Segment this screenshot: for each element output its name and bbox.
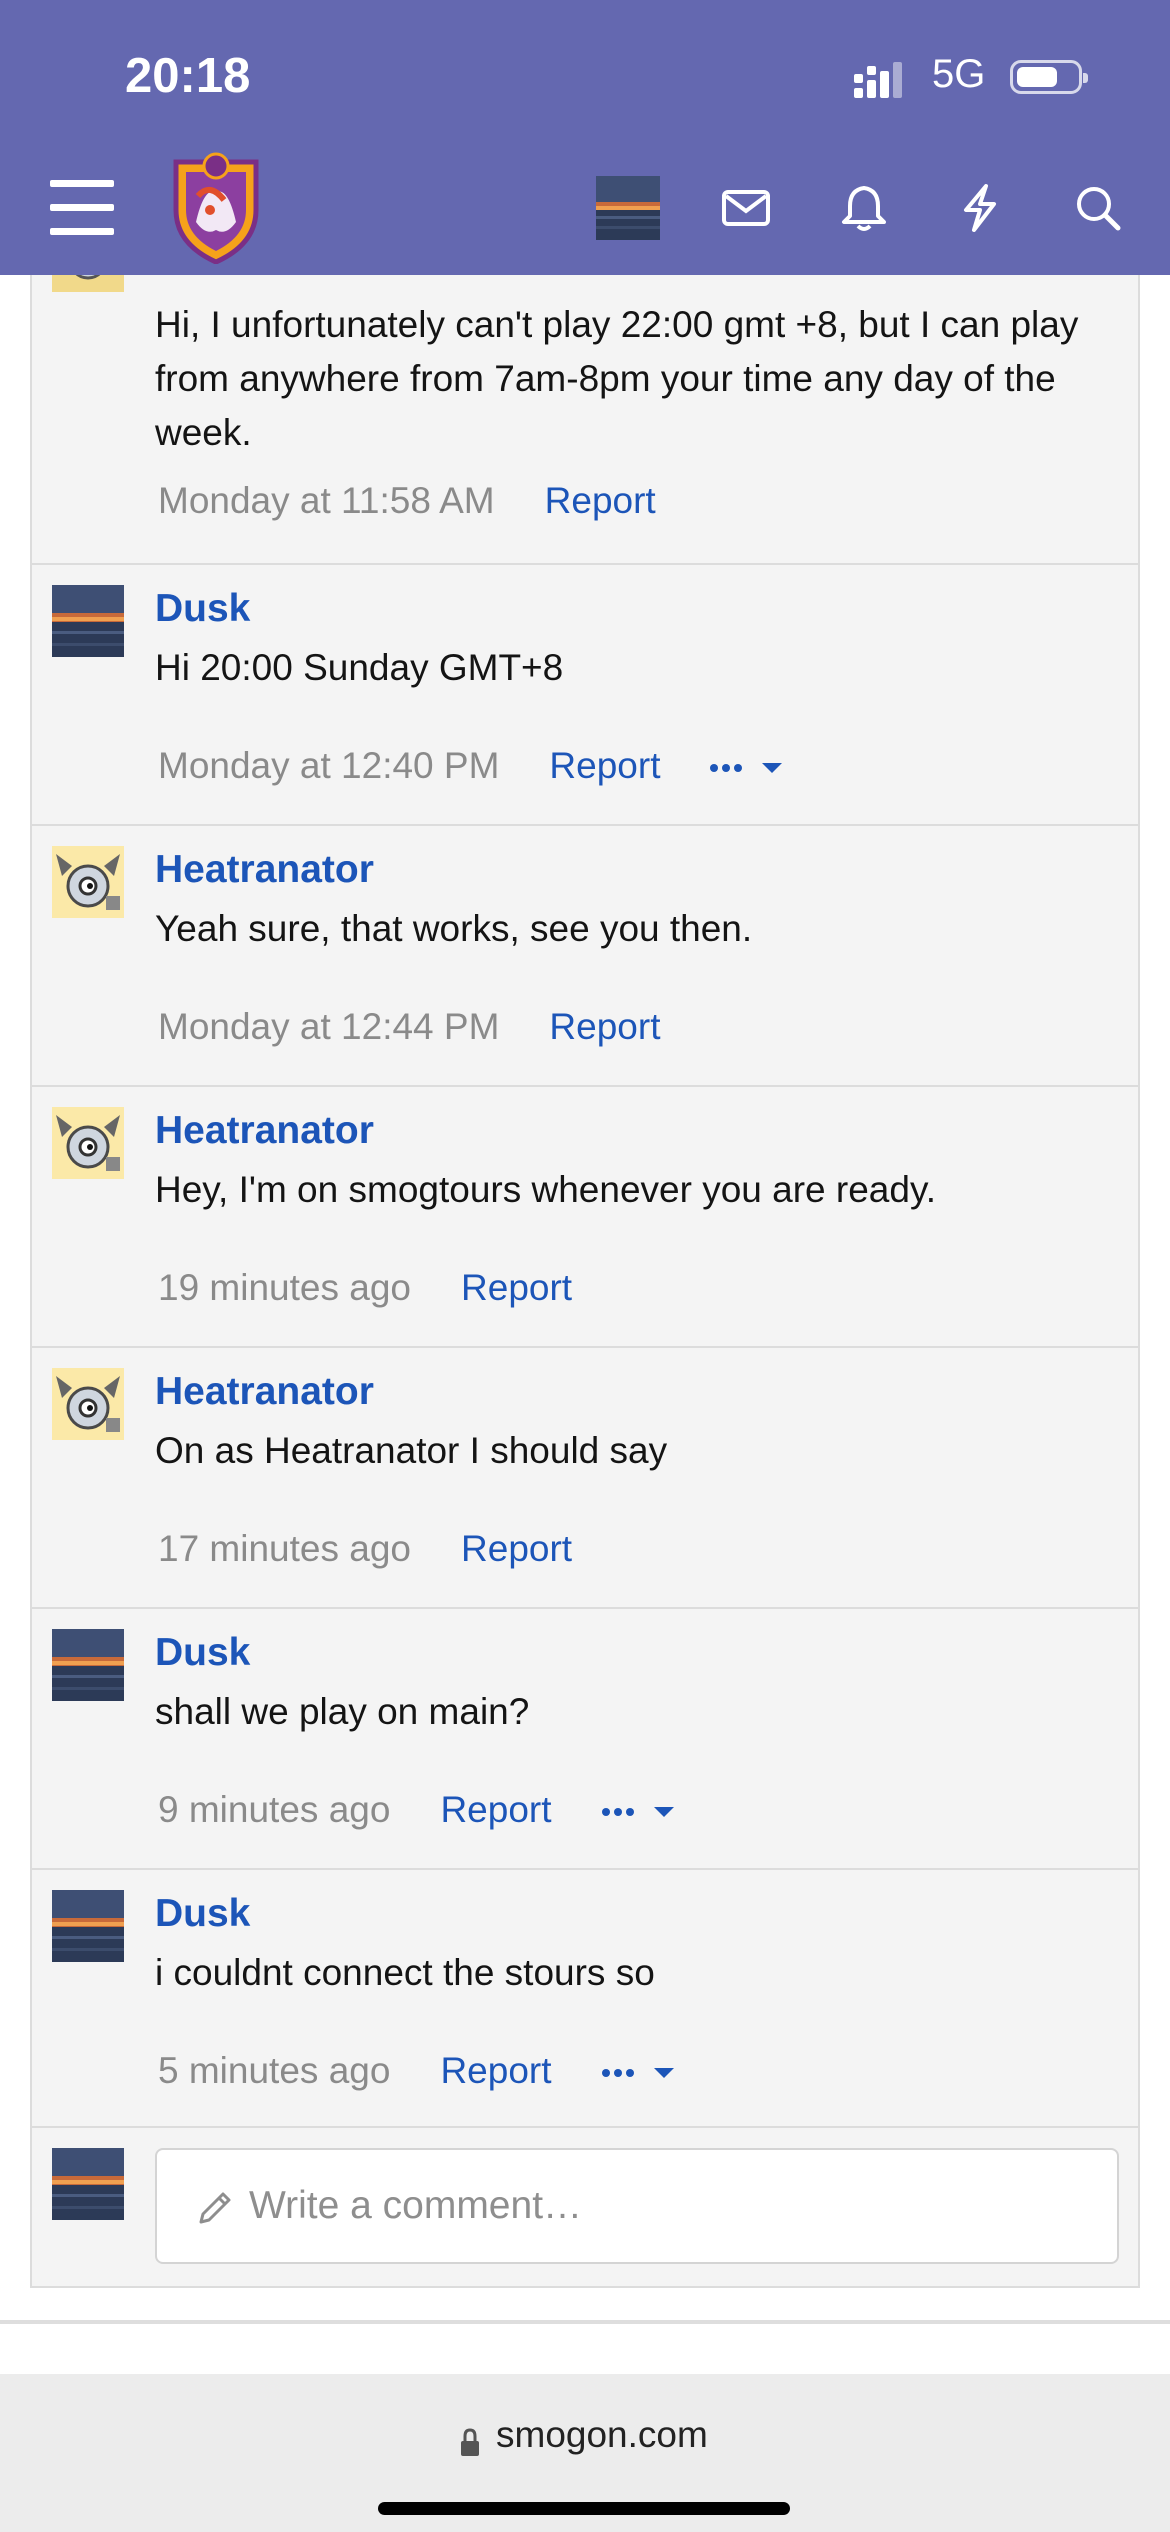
report-link[interactable]: Report bbox=[461, 1528, 572, 1569]
search-icon[interactable] bbox=[1072, 182, 1124, 234]
comment-text: Hi 20:00 Sunday GMT+8 bbox=[155, 647, 564, 688]
comment-author[interactable]: Heatranator bbox=[155, 1370, 374, 1414]
more-options-icon[interactable] bbox=[601, 1802, 678, 1822]
comment-item: Heatranator Yeah sure, that works, see y… bbox=[32, 826, 1138, 1087]
comment-time[interactable]: 17 minutes ago bbox=[158, 1528, 411, 1569]
heatranator-avatar[interactable] bbox=[52, 1107, 124, 1179]
comment-meta: Monday at 11:58 AM Report bbox=[158, 480, 656, 522]
comment-list: Hi, I unfortunately can't play 22:00 gmt… bbox=[30, 220, 1140, 2288]
comment-text: shall we play on main? bbox=[155, 1691, 530, 1732]
comment-time[interactable]: Monday at 11:58 AM bbox=[158, 480, 495, 521]
comment-time[interactable]: Monday at 12:44 PM bbox=[158, 1006, 499, 1047]
heatranator-avatar[interactable] bbox=[52, 1368, 124, 1440]
comment-item: Heatranator On as Heatranator I should s… bbox=[32, 1348, 1138, 1609]
user-avatar[interactable] bbox=[596, 176, 660, 240]
lock-icon bbox=[461, 2428, 479, 2456]
bolt-icon[interactable] bbox=[954, 182, 1006, 234]
top-header: 20:18 5G bbox=[0, 0, 1170, 275]
pencil-icon bbox=[199, 2192, 231, 2224]
comment-text: On as Heatranator I should say bbox=[155, 1430, 668, 1471]
report-link[interactable]: Report bbox=[440, 1789, 551, 1830]
dusk-avatar bbox=[52, 2148, 124, 2220]
inbox-icon[interactable] bbox=[720, 182, 772, 234]
comment-author[interactable]: Heatranator bbox=[155, 848, 374, 892]
report-link[interactable]: Report bbox=[440, 2050, 551, 2091]
comment-meta: Monday at 12:44 PM Report bbox=[158, 1006, 660, 1048]
heatranator-avatar[interactable] bbox=[52, 846, 124, 918]
report-link[interactable]: Report bbox=[549, 1006, 660, 1047]
comment-meta: 19 minutes ago Report bbox=[158, 1267, 572, 1309]
battery-icon bbox=[1010, 60, 1088, 94]
dusk-avatar[interactable] bbox=[52, 1890, 124, 1962]
comment-author[interactable]: Dusk bbox=[155, 587, 250, 631]
menu-button[interactable] bbox=[50, 180, 114, 236]
comment-author[interactable]: Dusk bbox=[155, 1631, 250, 1675]
comment-compose: Write a comment… bbox=[32, 2128, 1138, 2286]
comment-text: Yeah sure, that works, see you then. bbox=[155, 908, 753, 949]
smogon-logo[interactable] bbox=[166, 152, 266, 264]
signal-icon bbox=[854, 62, 902, 98]
comment-time[interactable]: 5 minutes ago bbox=[158, 2050, 390, 2091]
comment-item: Dusk i couldnt connect the stours so 5 m… bbox=[32, 1870, 1138, 2128]
comment-meta: 5 minutes ago Report bbox=[158, 2050, 678, 2092]
browser-address-bar[interactable]: smogon.com bbox=[0, 2374, 1170, 2532]
comment-text: i couldnt connect the stours so bbox=[155, 1952, 655, 1993]
status-time: 20:18 bbox=[125, 49, 251, 103]
comment-time[interactable]: 19 minutes ago bbox=[158, 1267, 411, 1308]
dusk-avatar[interactable] bbox=[52, 1629, 124, 1701]
comment-meta: 17 minutes ago Report bbox=[158, 1528, 572, 1570]
more-options-icon[interactable] bbox=[710, 758, 786, 778]
bell-icon[interactable] bbox=[838, 182, 890, 234]
comment-time[interactable]: 9 minutes ago bbox=[158, 1789, 390, 1830]
comment-time[interactable]: Monday at 12:40 PM bbox=[158, 745, 499, 786]
network-type: 5G bbox=[932, 52, 986, 96]
report-link[interactable]: Report bbox=[461, 1267, 572, 1308]
comment-text: Hey, I'm on smogtours whenever you are r… bbox=[155, 1169, 936, 1210]
comment-input[interactable]: Write a comment… bbox=[155, 2148, 1119, 2264]
comment-item: Dusk Hi 20:00 Sunday GMT+8 Monday at 12:… bbox=[32, 565, 1138, 826]
home-indicator[interactable] bbox=[378, 2502, 790, 2515]
more-options-icon[interactable] bbox=[601, 2063, 678, 2083]
comment-item: Dusk shall we play on main? 9 minutes ag… bbox=[32, 1609, 1138, 1870]
report-link[interactable]: Report bbox=[545, 480, 656, 521]
report-link[interactable]: Report bbox=[549, 745, 660, 786]
comment-item: Heatranator Hey, I'm on smogtours whenev… bbox=[32, 1087, 1138, 1348]
comment-meta: Monday at 12:40 PM Report bbox=[158, 745, 786, 787]
comment-author[interactable]: Dusk bbox=[155, 1892, 250, 1936]
comment-placeholder: Write a comment… bbox=[249, 2184, 583, 2227]
comment-author[interactable]: Heatranator bbox=[155, 1109, 374, 1153]
comment-text: Hi, I unfortunately can't play 22:00 gmt… bbox=[155, 304, 1079, 453]
page-footer-edge bbox=[0, 2324, 1170, 2374]
comment-meta: 9 minutes ago Report bbox=[158, 1789, 678, 1831]
dusk-avatar[interactable] bbox=[52, 585, 124, 657]
browser-url[interactable]: smogon.com bbox=[496, 2414, 708, 2456]
